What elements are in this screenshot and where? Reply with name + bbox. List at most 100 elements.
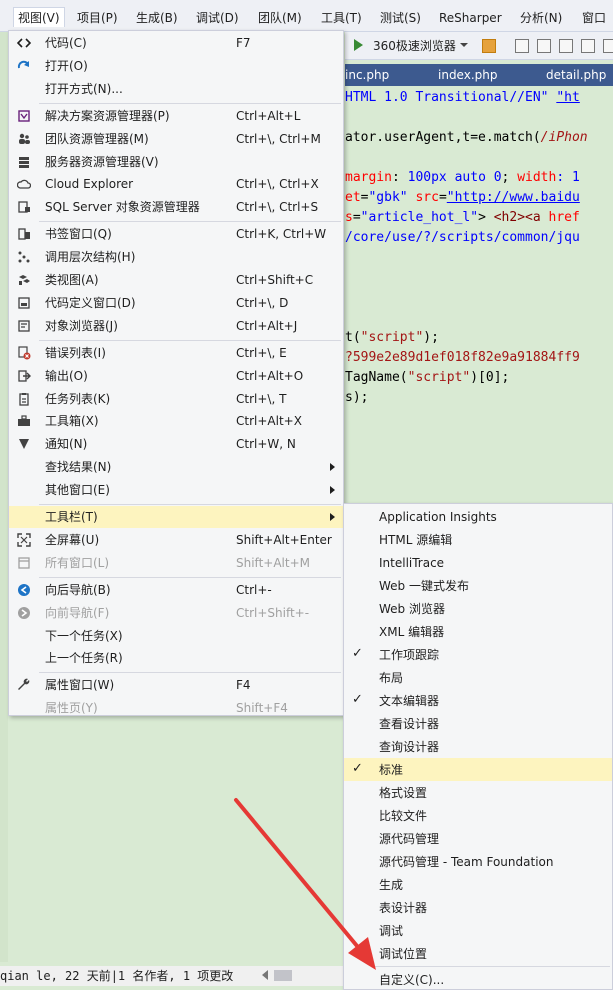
toolbar-submenu-item[interactable]: 生成: [344, 873, 612, 896]
menu-test[interactable]: 测试(S): [380, 8, 421, 28]
menu-analyze[interactable]: 分析(N): [520, 8, 562, 28]
code-token: ?599e2e89d1ef018f82e9a91884ff9: [345, 350, 580, 365]
chevron-down-icon[interactable]: [460, 43, 468, 47]
menu-resharper[interactable]: ReSharper: [439, 8, 502, 28]
layout-icon[interactable]: [537, 39, 551, 53]
code-editor[interactable]: HTML 1.0 Transitional//EN" "ht ator.userA…: [345, 86, 613, 502]
notification-icon: [17, 437, 31, 451]
toolbar-submenu-item[interactable]: 比较文件: [344, 804, 612, 827]
view-menu-item[interactable]: 代码定义窗口(D) Ctrl+\, D: [9, 292, 343, 314]
code-token: : 1: [556, 170, 580, 185]
menu-project[interactable]: 项目(P): [77, 8, 118, 28]
menu-debug[interactable]: 调试(D): [196, 8, 239, 28]
code-token: "script": [360, 330, 424, 345]
view-menu-item: 所有窗口(L) Shift+Alt+M: [9, 552, 343, 574]
task-list-icon: [17, 392, 31, 406]
menu-window[interactable]: 窗口: [582, 8, 606, 28]
menu-item-label: IntelliTrace: [379, 556, 445, 570]
view-menu-item[interactable]: 服务器资源管理器(V): [9, 151, 343, 173]
run-play-icon[interactable]: [354, 39, 363, 51]
code-line: margin: 100px auto 0; width: 1: [345, 168, 580, 188]
toolbar-submenu-item[interactable]: ✓ 标准: [344, 758, 612, 781]
toolbar-submenu-item[interactable]: 格式设置: [344, 781, 612, 804]
align-icon[interactable]: [515, 39, 529, 53]
view-menu-item[interactable]: 团队资源管理器(M) Ctrl+\, Ctrl+M: [9, 128, 343, 150]
view-menu-item[interactable]: 任务列表(K) Ctrl+\, T: [9, 388, 343, 410]
toolbar-submenu-item[interactable]: Web 一键式发布: [344, 574, 612, 597]
menu-separator: [39, 672, 341, 674]
bookmark-icon: [17, 227, 31, 241]
toolbar-submenu-item[interactable]: 源代码管理 - Team Foundation: [344, 850, 612, 873]
view-menu-item[interactable]: 解决方案资源管理器(P) Ctrl+Alt+L: [9, 105, 343, 127]
toolbar-submenu-item[interactable]: 查看设计器: [344, 712, 612, 735]
scroll-left-icon[interactable]: [262, 970, 268, 980]
view-menu-item[interactable]: 对象浏览器(J) Ctrl+Alt+J: [9, 315, 343, 337]
code-token: )[0];: [470, 370, 510, 385]
tab-detail-php[interactable]: detail.php: [546, 67, 606, 83]
menu-item-shortcut: Ctrl+W, N: [236, 437, 296, 452]
menu-item-label: Application Insights: [379, 510, 497, 524]
comment-icon[interactable]: [603, 39, 613, 53]
view-menu-item[interactable]: 全屏幕(U) Shift+Alt+Enter: [9, 529, 343, 551]
toolbar-submenu-item[interactable]: XML 编辑器: [344, 620, 612, 643]
toolbar-submenu-item[interactable]: 布局: [344, 666, 612, 689]
toolbar-submenu-item[interactable]: 调试: [344, 919, 612, 942]
menu-item-label: 比较文件: [379, 809, 428, 823]
menu-item-label: 调试位置: [379, 947, 428, 961]
view-menu-item[interactable]: SQL Server 对象资源管理器 Ctrl+\, Ctrl+S: [9, 196, 343, 218]
menu-tools[interactable]: 工具(T): [321, 8, 362, 28]
toolbar-submenu-item[interactable]: 自定义(C)...: [344, 968, 612, 990]
toolbar-submenu-item[interactable]: 源代码管理: [344, 827, 612, 850]
toolbar-submenu-item[interactable]: HTML 源编辑: [344, 528, 612, 551]
browser-select[interactable]: 360极速浏览器: [373, 37, 456, 55]
server-explorer-icon: [17, 155, 31, 169]
toolbar-submenu-item[interactable]: ✓ 文本编辑器: [344, 689, 612, 712]
view-menu-item[interactable]: 工具箱(X) Ctrl+Alt+X: [9, 410, 343, 432]
tab-inc-php[interactable]: inc.php: [345, 67, 389, 83]
tab-index-php[interactable]: index.php: [438, 67, 497, 83]
horizontal-scrollbar[interactable]: [274, 970, 292, 981]
view-menu-item[interactable]: 错误列表(I) Ctrl+\, E: [9, 342, 343, 364]
toolbar-submenu-item[interactable]: Web 浏览器: [344, 597, 612, 620]
view-menu-item[interactable]: Cloud Explorer Ctrl+\, Ctrl+X: [9, 173, 343, 195]
view-menu-item[interactable]: 查找结果(N): [9, 456, 343, 478]
error-list-icon: [17, 346, 31, 360]
menu-item-label: 自定义(C)...: [379, 973, 445, 987]
toolbar-submenu-item[interactable]: 表设计器: [344, 896, 612, 919]
menu-item-label: 生成: [379, 878, 404, 892]
view-menu-item[interactable]: 打开方式(N)...: [9, 78, 343, 100]
view-menu-item[interactable]: 属性窗口(W) F4: [9, 674, 343, 696]
list-icon[interactable]: [581, 39, 595, 53]
view-menu-item[interactable]: 输出(O) Ctrl+Alt+O: [9, 365, 343, 387]
toolbar-submenu-item[interactable]: ✓ 工作项跟踪: [344, 643, 612, 666]
toolbar-submenu-item[interactable]: Application Insights: [344, 505, 612, 528]
view-menu-item[interactable]: 上一个任务(R): [9, 647, 343, 669]
indent-icon[interactable]: [559, 39, 573, 53]
code-token: =: [438, 190, 447, 205]
menu-view[interactable]: 视图(V): [13, 7, 65, 27]
view-menu-item[interactable]: 打开(O): [9, 55, 343, 77]
view-menu-item[interactable]: 工具栏(T): [9, 506, 343, 528]
menu-item-label: 格式设置: [379, 786, 428, 800]
menu-item-label: 打开(O): [45, 58, 88, 73]
menu-bar: 视图(V) 项目(P) 生成(B) 调试(D) 团队(M) 工具(T) 测试(S…: [0, 0, 613, 32]
toolbar-submenu-item[interactable]: 查询设计器: [344, 735, 612, 758]
menu-build[interactable]: 生成(B): [136, 8, 178, 28]
toolbar-submenu-item[interactable]: 调试位置: [344, 942, 612, 965]
view-menu-item[interactable]: 其他窗口(E): [9, 479, 343, 501]
view-menu-item[interactable]: 向后导航(B) Ctrl+-: [9, 579, 343, 601]
view-menu-item[interactable]: 书签窗口(Q) Ctrl+K, Ctrl+W: [9, 223, 343, 245]
code-line: s="article_hot_l"> <h2><a href: [345, 208, 580, 228]
menu-item-shortcut: Ctrl+\, E: [236, 345, 287, 360]
view-menu-item[interactable]: 类视图(A) Ctrl+Shift+C: [9, 269, 343, 291]
menu-separator: [39, 102, 341, 104]
view-menu-item[interactable]: 通知(N) Ctrl+W, N: [9, 433, 343, 455]
code-token: ator.userAgent,t=e.match(: [345, 130, 541, 145]
toolbar-submenu-item[interactable]: IntelliTrace: [344, 551, 612, 574]
view-menu-item[interactable]: 调用层次结构(H): [9, 246, 343, 268]
menu-item-label: 源代码管理: [379, 832, 440, 846]
view-menu-item[interactable]: 代码(C) F7: [9, 32, 343, 54]
menu-team[interactable]: 团队(M): [258, 8, 302, 28]
publish-icon[interactable]: [482, 39, 496, 53]
view-menu-item[interactable]: 下一个任务(X): [9, 625, 343, 647]
